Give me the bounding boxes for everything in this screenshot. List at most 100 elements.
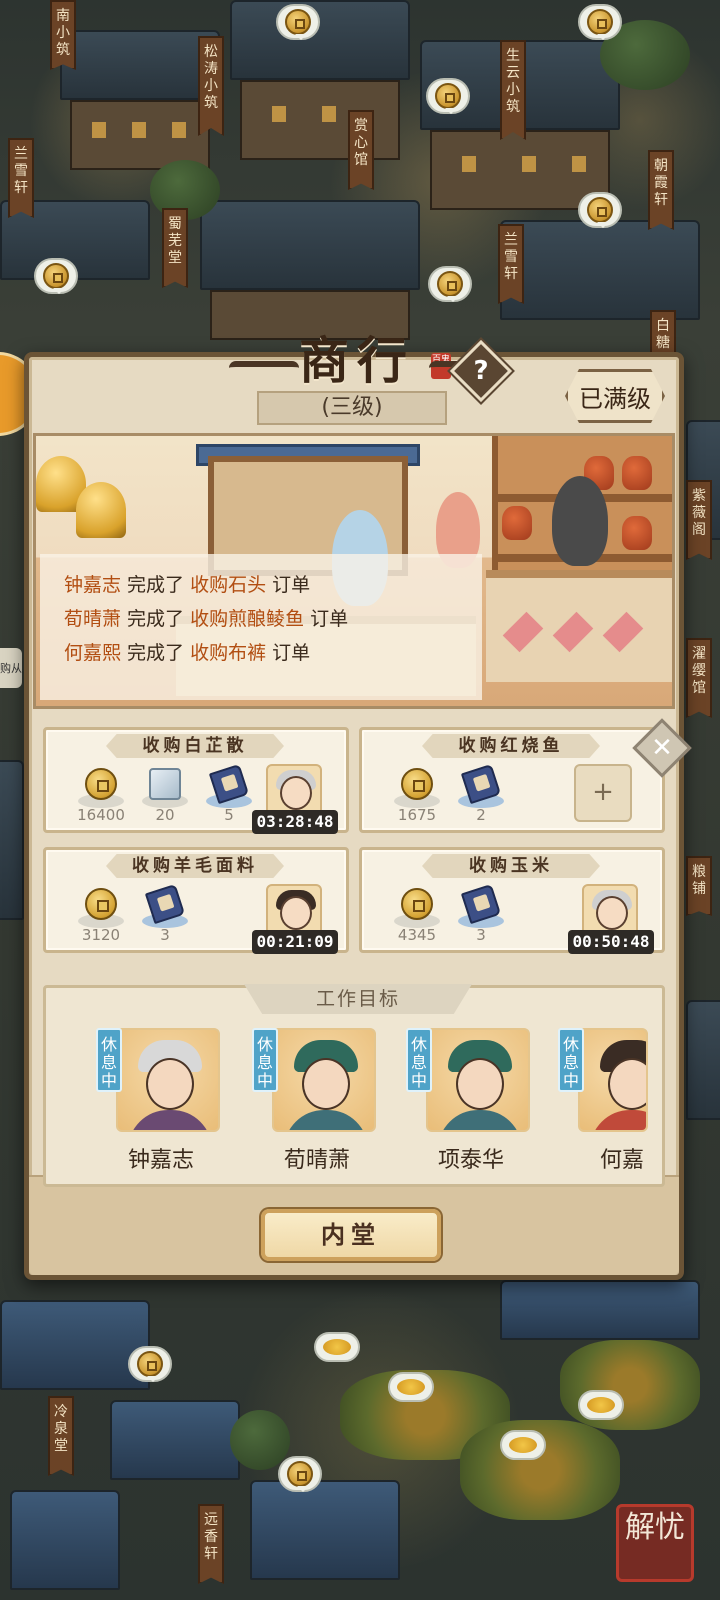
order-card[interactable]: 收购红烧鱼 1675 2 + — [359, 727, 665, 833]
building-sign[interactable]: 蜀芜堂 — [162, 208, 188, 288]
worker-portrait — [272, 1028, 376, 1132]
building-sign[interactable]: 生云小筑 — [500, 40, 526, 140]
order-card[interactable]: 收购羊毛面料 3120 3 00:21:09 — [43, 847, 349, 954]
cost-coins: 3120 — [72, 884, 130, 946]
shop-scene-illustration: 钟嘉志 完成了 收购石头 订单 荀晴萧 完成了 收购煎酿鲮鱼 订单 何嘉熙 完成… — [33, 433, 675, 709]
cost-coins: 4345 — [388, 884, 446, 946]
resting-status-tag: 休息中 — [96, 1028, 122, 1092]
building-sign[interactable]: 紫薇阁 — [686, 480, 712, 560]
inner-hall-button[interactable]: 内堂 — [261, 1209, 441, 1261]
order-card[interactable]: 收购白芷散 16400 20 5 03:28:48 — [43, 727, 349, 834]
cost-stone: 20 — [136, 764, 194, 826]
order-timer: 03:28:48 — [252, 810, 338, 834]
building-sign[interactable]: 南小筑 — [50, 0, 76, 70]
cost-book: 3 — [136, 883, 194, 946]
side-tag[interactable]: 购从 — [0, 648, 22, 688]
worker-card[interactable]: 休息中 何嘉 — [558, 1028, 648, 1178]
building-sign[interactable]: 朝霞轩 — [648, 150, 674, 230]
house-roof — [686, 1000, 720, 1120]
order-title: 收购白芷散 — [106, 734, 284, 758]
coin-icon — [285, 9, 311, 35]
question-icon: ? — [473, 356, 489, 386]
harvest-bubble[interactable] — [500, 1430, 546, 1460]
building-sign[interactable]: 兰雪轩 — [498, 224, 524, 304]
max-level-badge: 已满级 — [565, 369, 665, 423]
cost-book: 5 — [200, 763, 258, 826]
worker-portrait — [116, 1028, 220, 1132]
worker-name: 钟嘉志 — [127, 1148, 194, 1173]
worker-card[interactable]: 休息中 荀晴萧 — [252, 1028, 382, 1178]
coin-collect-bubble[interactable] — [128, 1346, 172, 1382]
building-sign[interactable]: 粮铺 — [686, 856, 712, 916]
order-title: 收购羊毛面料 — [106, 854, 284, 878]
harvest-bubble[interactable] — [578, 1390, 624, 1420]
cost-coins: 1675 — [388, 764, 446, 826]
order-card[interactable]: 收购玉米 4345 3 00:50:48 — [359, 847, 665, 954]
coin-icon — [435, 83, 461, 109]
worker-portrait — [426, 1028, 530, 1132]
order-title: 收购红烧鱼 — [422, 734, 600, 758]
panel-title: 商行 — [299, 331, 415, 390]
house-roof — [10, 1490, 120, 1590]
building-sign[interactable]: 松涛小筑 — [198, 36, 224, 136]
coin-icon — [137, 1351, 163, 1377]
order-timer: 00:21:09 — [252, 930, 338, 954]
jar — [622, 516, 652, 550]
title-ornament — [229, 361, 299, 375]
coin-collect-bubble[interactable] — [278, 1456, 322, 1492]
building-sign[interactable]: 兰雪轩 — [8, 138, 34, 218]
flower-icon — [509, 1437, 537, 1453]
bell — [76, 482, 126, 538]
feed-line: 荀晴萧 完成了 收购煎酿鲮鱼 订单 — [64, 608, 349, 630]
cost-book: 3 — [452, 883, 510, 946]
assign-worker-button[interactable]: + — [574, 764, 632, 822]
worker-name: 何嘉 — [599, 1148, 644, 1173]
coin-collect-bubble[interactable] — [426, 78, 470, 114]
house-roof — [0, 1300, 150, 1390]
resting-status-tag: 休息中 — [558, 1028, 584, 1092]
building-sign[interactable]: 远香轩 — [198, 1504, 224, 1584]
harvest-bubble[interactable] — [314, 1332, 360, 1362]
shopkeeper — [552, 476, 608, 566]
jar — [622, 456, 652, 490]
stone-icon — [149, 768, 181, 800]
building-sign[interactable]: 濯缨馆 — [686, 638, 712, 718]
work-target-section: 工作目标 休息中 钟嘉志 休息中 荀晴萧 休息中 项泰华 休息中 何嘉 — [43, 984, 665, 1187]
coin-collect-bubble[interactable] — [276, 4, 320, 40]
feed-line: 何嘉熙 完成了 收购布裤 订单 — [64, 642, 311, 664]
house-roof — [500, 1280, 700, 1340]
work-target-title: 工作目标 — [244, 984, 472, 1014]
worker-card[interactable]: 休息中 项泰华 — [406, 1028, 536, 1178]
coin-collect-bubble[interactable] — [578, 192, 622, 228]
worker-name: 荀晴萧 — [283, 1148, 350, 1173]
building-sign[interactable]: 冷泉堂 — [48, 1396, 74, 1476]
jar — [502, 506, 532, 540]
cost-coins: 16400 — [72, 764, 130, 826]
house-roof — [500, 220, 700, 320]
building-sign[interactable]: 赏心馆 — [348, 110, 374, 190]
house-roof — [60, 30, 220, 100]
worker-portrait — [578, 1028, 648, 1132]
feed-line: 钟嘉志 完成了 收购石头 订单 — [64, 574, 311, 596]
harvest-bubble[interactable] — [388, 1372, 434, 1402]
coin-icon — [587, 197, 613, 223]
worker-name: 项泰华 — [437, 1148, 504, 1173]
coin-icon — [43, 263, 69, 289]
coin-icon — [85, 888, 117, 920]
house-roof — [110, 1400, 240, 1480]
house-roof — [0, 760, 24, 920]
coin-collect-bubble[interactable] — [34, 258, 78, 294]
flower-field — [560, 1340, 700, 1430]
coin-collect-bubble[interactable] — [428, 266, 472, 302]
counter — [486, 570, 672, 682]
order-title: 收购玉米 — [422, 854, 600, 878]
coin-icon — [287, 1461, 313, 1487]
building-level: (三级) — [257, 391, 447, 425]
coin-collect-bubble[interactable] — [578, 4, 622, 40]
trading-house-panel: 商行 百鬼 ? (三级) 已满级 钟嘉志 完成了 收购石头 订单 荀晴萧 完成了… — [24, 331, 692, 1280]
flower-icon — [587, 1397, 615, 1413]
order-timer: 00:50:48 — [568, 930, 654, 954]
worker-card[interactable]: 休息中 钟嘉志 — [96, 1028, 226, 1178]
coin-icon — [437, 271, 463, 297]
flower-icon — [397, 1379, 425, 1395]
